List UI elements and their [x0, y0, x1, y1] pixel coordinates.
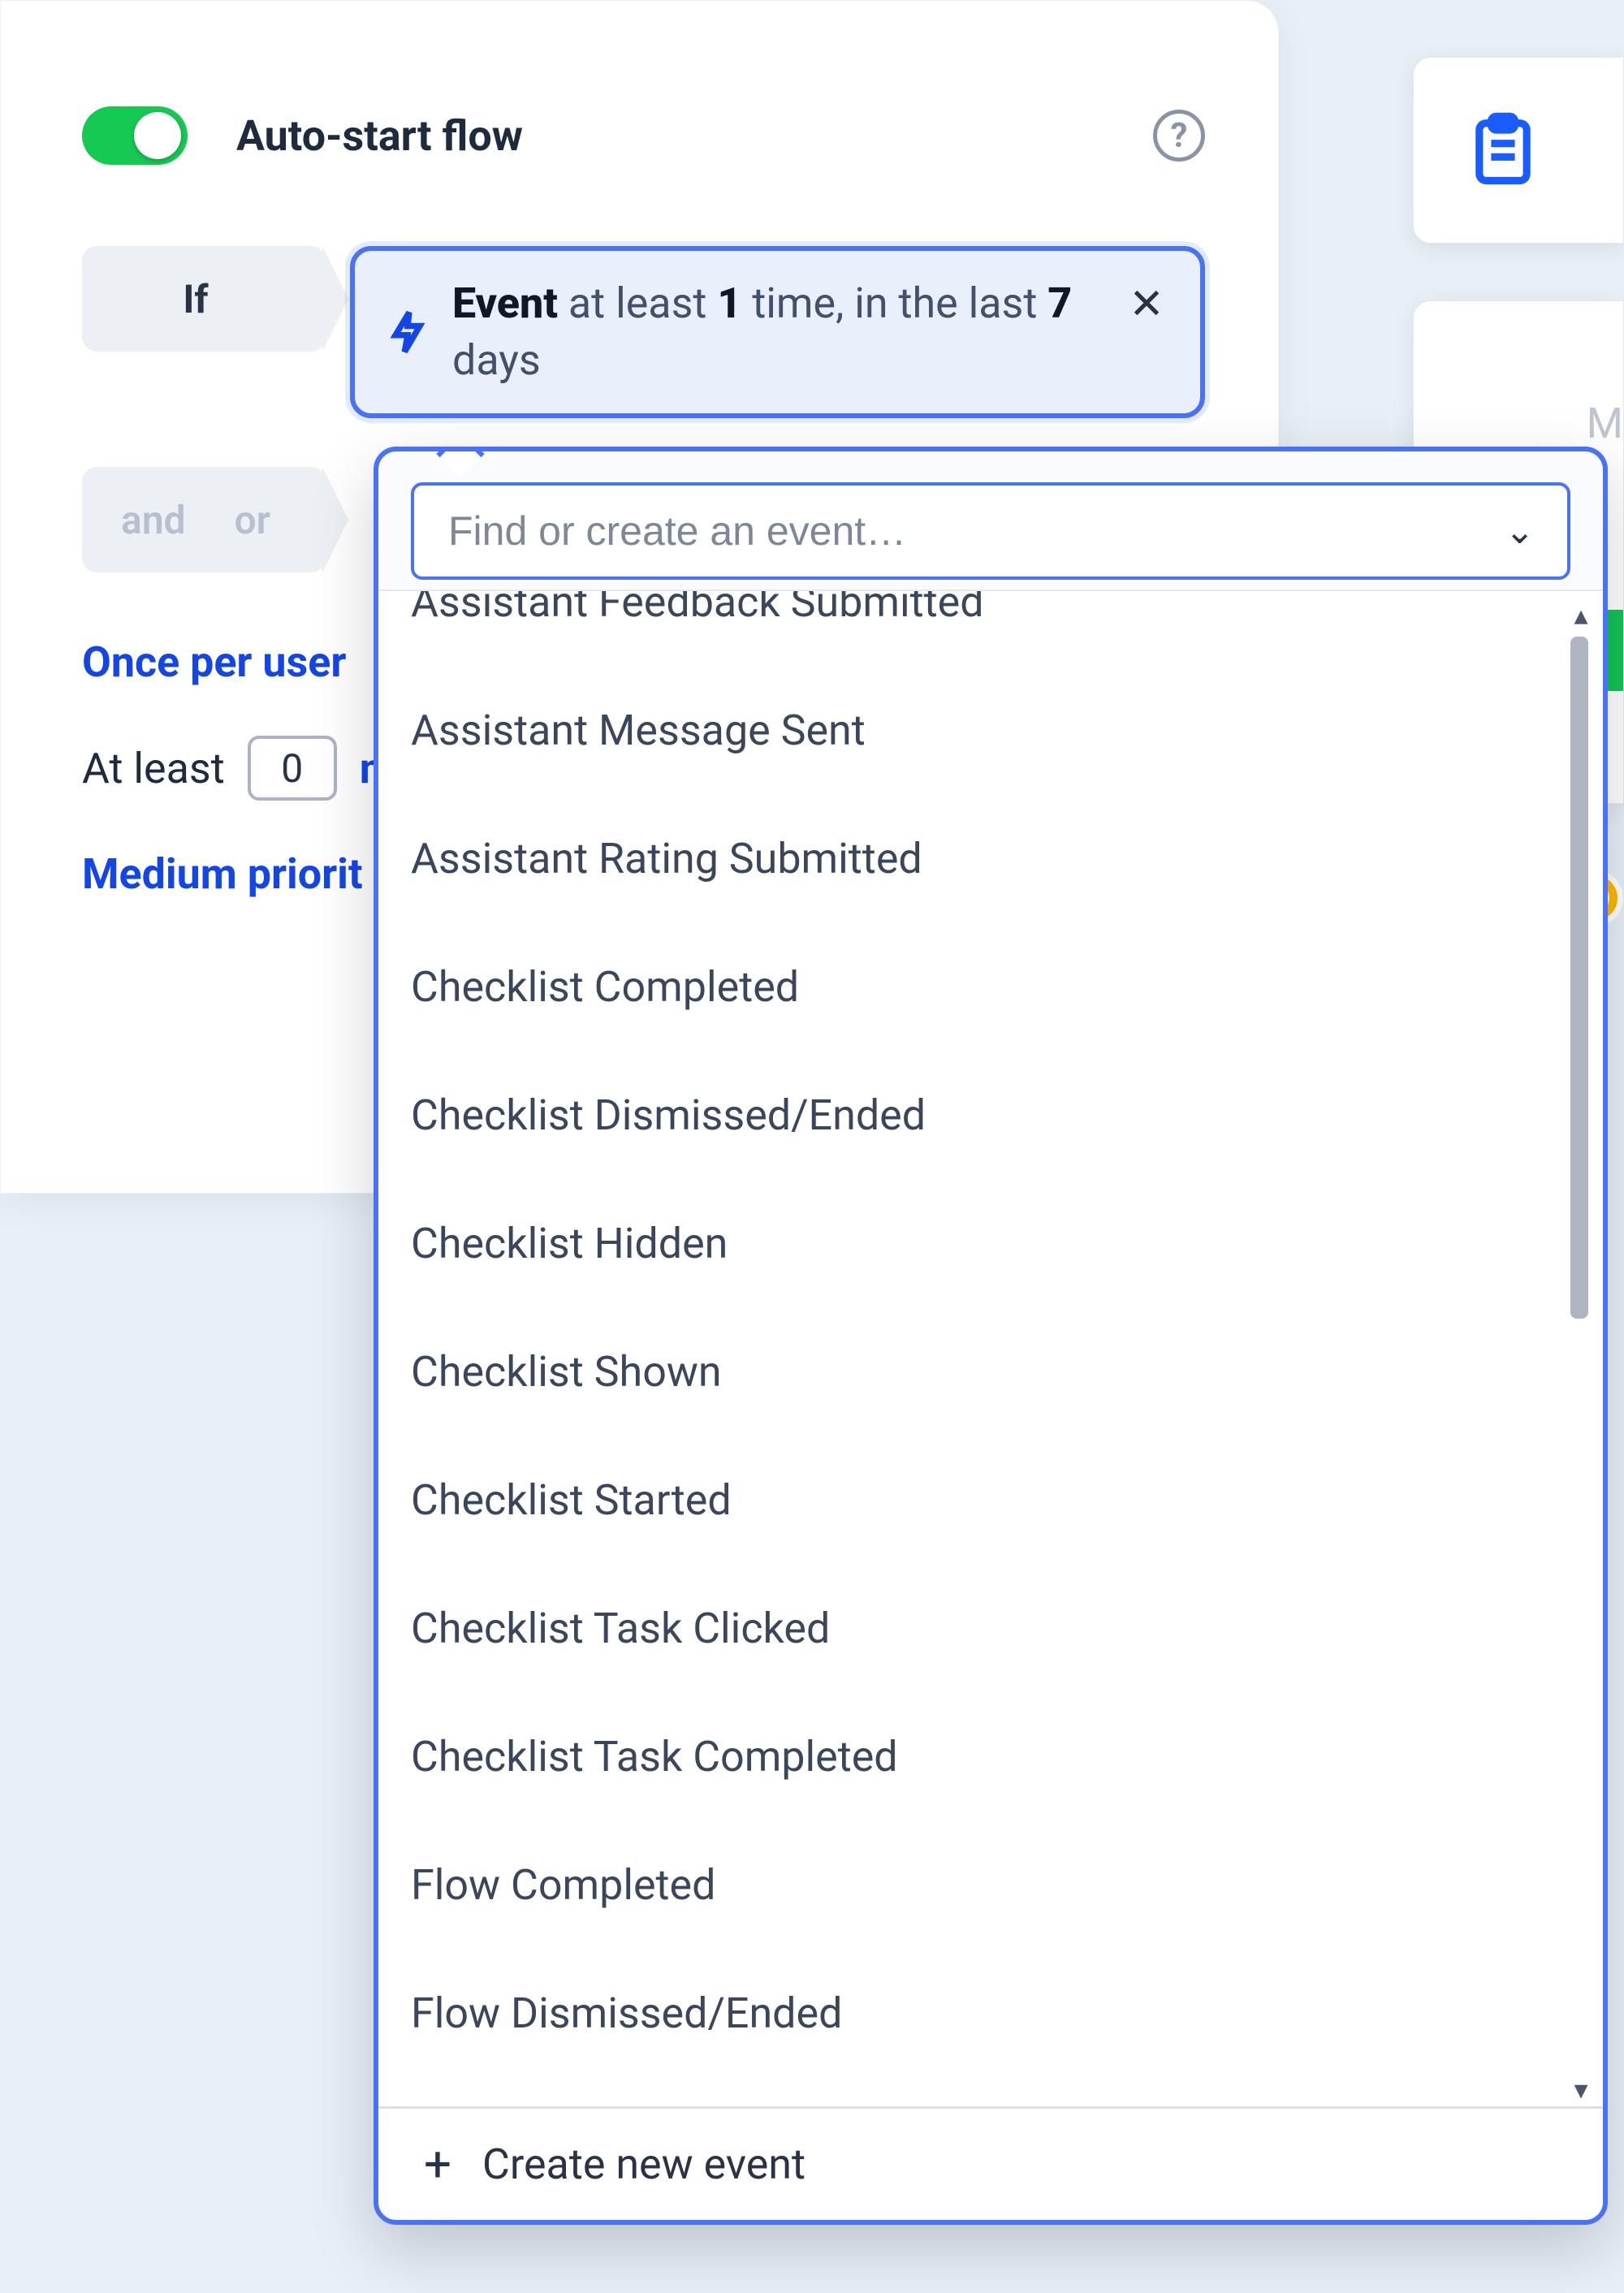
create-new-event-label: Create new event [482, 2140, 806, 2189]
rail-card-clipboard[interactable] [1413, 57, 1624, 244]
event-option[interactable]: Assistant Message Sent [411, 666, 1530, 794]
plus-icon: + [417, 2144, 458, 2185]
event-option[interactable]: Assistant Feedback Submitted [411, 589, 1530, 666]
event-option[interactable]: Checklist Shown [411, 1307, 1530, 1436]
delay-prefix: At least [82, 744, 225, 793]
autostart-toggle[interactable] [82, 106, 188, 165]
event-option[interactable]: Checklist Task Clicked [411, 1564, 1530, 1692]
delay-value-input[interactable]: 0 [248, 736, 337, 801]
event-option[interactable]: Checklist Completed [411, 922, 1530, 1051]
event-list-viewport: Assistant Feedback Submitted Assistant M… [378, 589, 1603, 2106]
if-operator-tag[interactable]: If [82, 246, 326, 352]
event-option[interactable]: Checklist Hidden [411, 1179, 1530, 1307]
clipboard-icon [1462, 110, 1544, 191]
event-search-input[interactable] [447, 507, 1488, 555]
event-search-field[interactable]: ⌄ [411, 482, 1570, 580]
rail-m-label: M [1587, 399, 1623, 448]
event-condition-text: Event at least 1 time, in the last 7 day… [452, 275, 1111, 389]
and-or-operator-tag[interactable]: and or [82, 467, 326, 572]
remove-condition-button[interactable]: ✕ [1124, 282, 1169, 327]
event-list: Assistant Feedback Submitted Assistant M… [378, 589, 1562, 2077]
scrollbar-thumb[interactable] [1570, 637, 1588, 1319]
chevron-down-icon[interactable]: ⌄ [1505, 510, 1535, 552]
event-option[interactable]: Checklist Dismissed/Ended [411, 1051, 1530, 1179]
scroll-down-arrow-icon[interactable]: ▾ [1569, 2074, 1593, 2098]
event-dropdown: ⌄ Assistant Feedback Submitted Assistant… [374, 447, 1608, 2225]
lightning-icon [389, 309, 426, 369]
event-list-scrollbar[interactable]: ▴ ▾ [1566, 596, 1598, 2101]
event-option[interactable]: Checklist Task Completed [411, 1692, 1530, 1820]
autostart-label: Auto-start flow [236, 111, 523, 161]
event-option[interactable]: Flow Completed [411, 1820, 1530, 1949]
help-icon[interactable]: ? [1153, 110, 1205, 162]
event-option[interactable]: Flow Dismissed/Ended [411, 1949, 1530, 2077]
event-condition-pill[interactable]: Event at least 1 time, in the last 7 day… [350, 246, 1205, 418]
create-new-event-button[interactable]: + Create new event [378, 2106, 1603, 2220]
event-option[interactable]: Assistant Rating Submitted [411, 794, 1530, 922]
scroll-up-arrow-icon[interactable]: ▴ [1569, 599, 1593, 624]
event-option[interactable]: Checklist Started [411, 1436, 1530, 1564]
